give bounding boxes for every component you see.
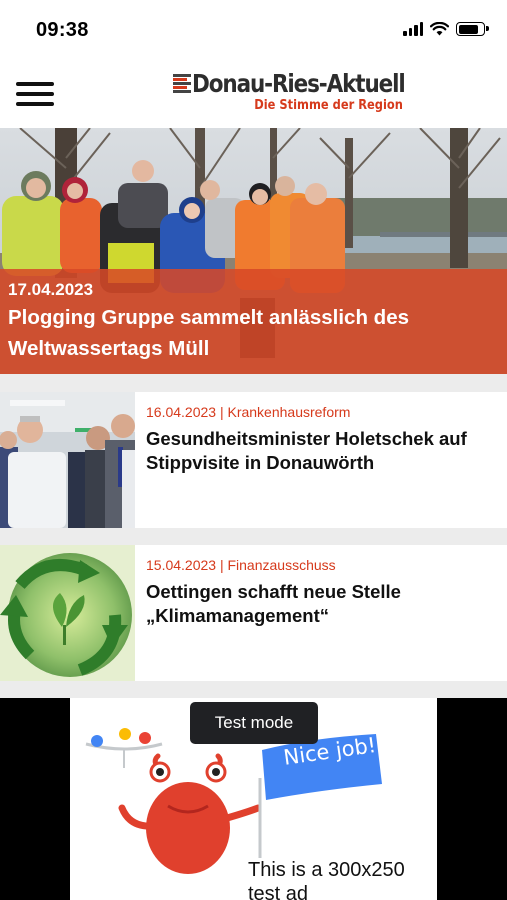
article-meta: 15.04.2023 | Finanzausschuss [146,557,336,573]
article-title[interactable]: Gesundheitsminister Holetschek auf Stipp… [146,427,496,475]
hamburger-menu-icon[interactable] [16,80,54,108]
article-meta: 16.04.2023 | Krankenhausreform [146,404,351,420]
status-time: 09:38 [36,19,89,41]
featured-title[interactable]: Plogging Gruppe sammelt anlässlich des W… [8,302,498,364]
logo-mark-icon [173,74,191,94]
divider [0,528,507,545]
article-photo [0,392,135,528]
status-icons [403,22,489,36]
app-header: Donau-Ries-Aktuell Die Stimme der Region [0,58,507,128]
article-thumbnail [0,392,135,528]
article-title[interactable]: Oettingen schafft neue Stelle „Klimamana… [146,580,496,628]
battery-icon [456,22,489,36]
divider [0,681,507,698]
article-item[interactable]: 15.04.2023 | Finanzausschuss Oettingen s… [0,545,507,681]
test-mode-badge: Test mode [190,702,318,744]
featured-date: 17.04.2023 [8,280,94,299]
cellular-signal-icon [403,22,423,36]
status-bar: 09:38 [0,0,507,58]
article-photo [0,545,135,681]
wifi-icon [430,22,449,36]
logo-title: Donau-Ries-Aktuell [192,69,406,98]
logo-subtitle: Die Stimme der Region [254,98,403,113]
divider [0,374,507,392]
article-thumbnail [0,545,135,681]
site-logo[interactable]: Donau-Ries-Aktuell Die Stimme der Region [173,69,413,116]
ad-body-text: This is a 300x250 test ad [248,859,405,900]
featured-article[interactable]: 17.04.2023 Plogging Gruppe sammelt anläs… [0,128,507,374]
article-item[interactable]: 16.04.2023 | Krankenhausreform Gesundhei… [0,392,507,528]
